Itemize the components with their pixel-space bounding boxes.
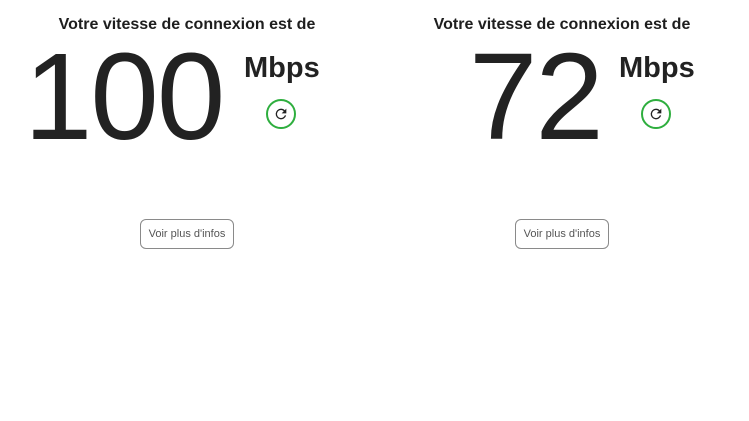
speed-unit: Mbps — [619, 52, 695, 84]
speed-result-panel-right: Votre vitesse de connexion est de 72 Mbp… — [375, 0, 749, 421]
speed-value: 100 — [24, 29, 225, 166]
refresh-icon — [275, 108, 287, 120]
refresh-icon — [650, 108, 662, 120]
speed-result-panel-left: Votre vitesse de connexion est de 100 Mb… — [0, 0, 374, 421]
refresh-button[interactable] — [266, 99, 296, 129]
more-info-button[interactable]: Voir plus d'infos — [140, 219, 234, 249]
speed-value: 72 — [469, 29, 604, 166]
speed-test-comparison: Votre vitesse de connexion est de 100 Mb… — [0, 0, 749, 421]
more-info-button[interactable]: Voir plus d'infos — [515, 219, 609, 249]
refresh-button[interactable] — [641, 99, 671, 129]
speed-unit: Mbps — [244, 52, 320, 84]
